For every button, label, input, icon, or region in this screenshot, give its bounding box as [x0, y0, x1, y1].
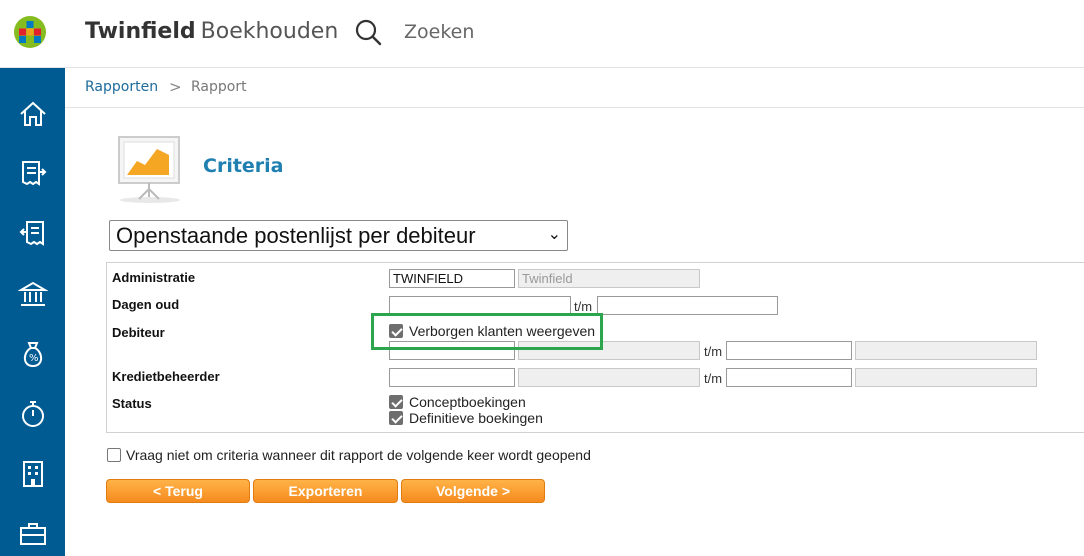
chevron-down-icon: ⌄ [547, 226, 561, 243]
search-icon[interactable] [353, 17, 383, 47]
debiteur-to-field[interactable] [726, 341, 852, 360]
report-chart-icon [118, 136, 180, 203]
concept-bookings-label: Conceptboekingen [409, 394, 526, 410]
kredietbeheerder-to-name-field [855, 368, 1037, 387]
product-name: Boekhouden [200, 19, 339, 44]
money-bag-icon: % [23, 342, 42, 368]
sidebar-item-sales[interactable] [0, 151, 65, 195]
administratie-label: Administratie [112, 270, 196, 285]
sidebar-item-purchase[interactable] [0, 211, 65, 255]
export-button[interactable]: Exporteren [253, 479, 398, 503]
administratie-name-field: Twinfield [518, 269, 700, 288]
dagen-oud-to-field[interactable] [597, 296, 778, 315]
kredietbeheerder-from-name-field [518, 368, 700, 387]
breadcrumb: Rapporten > Rapport [65, 68, 1084, 108]
kredietbeheerder-from-field[interactable] [389, 368, 515, 387]
breadcrumb-separator: > [169, 78, 182, 96]
bank-icon [17, 281, 48, 306]
search-input[interactable]: Zoeken [404, 21, 474, 43]
kredietbeheerder-to-field[interactable] [726, 368, 852, 387]
sidebar-item-organisation[interactable] [0, 452, 65, 496]
concept-bookings-checkbox[interactable] [389, 395, 403, 409]
brand-name: Twinfield [85, 19, 196, 44]
administratie-code-field[interactable]: TWINFIELD [389, 269, 515, 288]
sidebar: % [0, 68, 65, 556]
sidebar-item-home[interactable] [0, 92, 65, 136]
wolters-kluwer-logo-icon[interactable] [13, 15, 47, 49]
report-type-select[interactable]: Openstaande postenlijst per debiteur ⌄ [109, 220, 568, 251]
stopwatch-icon [21, 401, 44, 427]
home-icon [19, 101, 46, 126]
dagen-oud-tm-label: t/m [574, 299, 593, 314]
sidebar-item-bank[interactable] [0, 272, 65, 316]
highlight-box [371, 313, 603, 350]
definitive-bookings-label: Definitieve boekingen [409, 410, 543, 426]
dont-ask-criteria-checkbox[interactable] [107, 448, 121, 462]
top-bar: Twinfield Boekhouden Zoeken [0, 0, 1084, 68]
sidebar-item-money[interactable]: % [0, 332, 65, 376]
definitive-bookings-checkbox[interactable] [389, 411, 403, 425]
breadcrumb-current: Rapport [191, 79, 247, 95]
building-icon [22, 461, 43, 487]
debiteur-label: Debiteur [112, 325, 165, 340]
kredietbeheerder-label: Kredietbeheerder [112, 369, 220, 384]
svg-text:%: % [29, 353, 39, 364]
purchase-invoice-icon [19, 221, 44, 246]
debiteur-tm-label: t/m [704, 344, 723, 359]
debiteur-to-name-field [855, 341, 1037, 360]
kredietbeheerder-tm-label: t/m [704, 371, 723, 386]
sidebar-item-time[interactable] [0, 392, 65, 436]
dagen-oud-label: Dagen oud [112, 297, 180, 312]
status-label: Status [112, 396, 152, 411]
breadcrumb-rapporten-link[interactable]: Rapporten [85, 79, 158, 95]
back-button[interactable]: < Terug [106, 479, 250, 503]
next-button[interactable]: Volgende > [401, 479, 545, 503]
invoice-icon [21, 161, 46, 186]
app-title: Twinfield Boekhouden [85, 19, 338, 44]
sidebar-item-tools[interactable] [0, 512, 65, 556]
briefcase-icon [19, 523, 46, 545]
page-title: Criteria [203, 155, 284, 177]
dont-ask-criteria-label: Vraag niet om criteria wanneer dit rappo… [126, 447, 591, 463]
report-type-selected: Openstaande postenlijst per debiteur [116, 222, 476, 248]
